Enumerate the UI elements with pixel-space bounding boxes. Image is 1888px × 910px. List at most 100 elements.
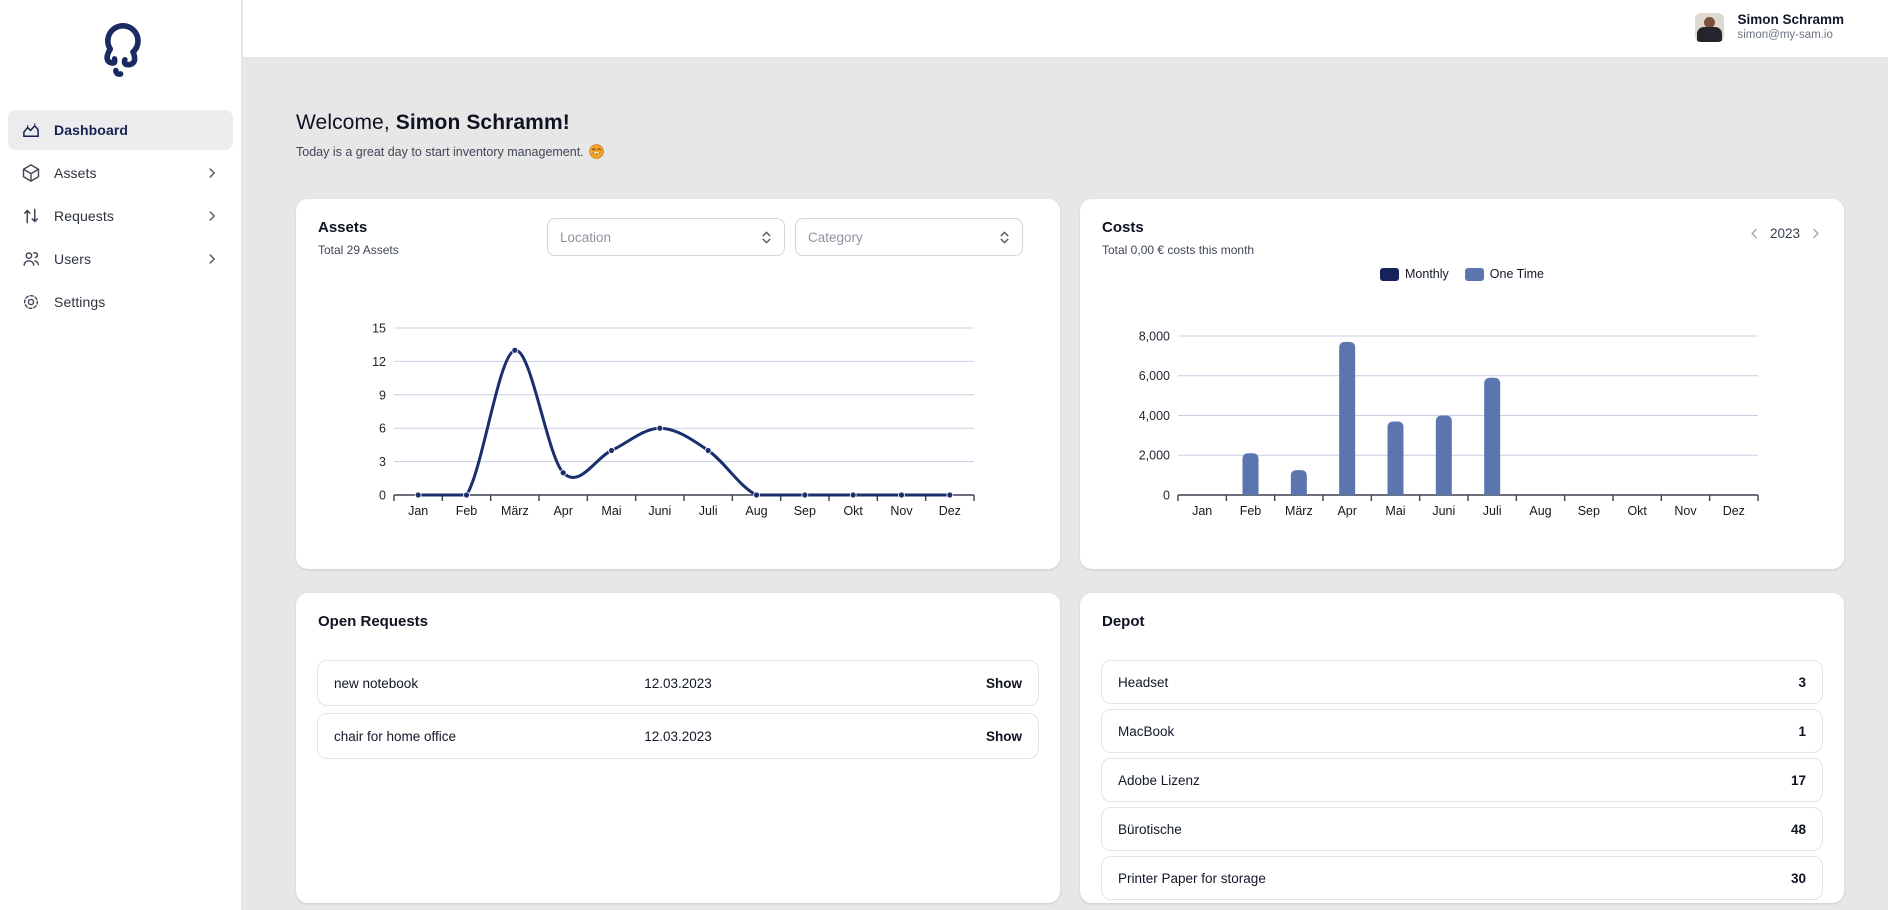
category-select[interactable]: Category bbox=[795, 218, 1023, 256]
legend-item-one-time: One Time bbox=[1465, 267, 1544, 281]
svg-text:Dez: Dez bbox=[939, 504, 961, 518]
one-time-swatch-icon bbox=[1465, 268, 1484, 281]
request-name: chair for home office bbox=[334, 729, 456, 744]
sidebar-item-label: Settings bbox=[54, 294, 205, 310]
svg-text:8,000: 8,000 bbox=[1139, 329, 1170, 343]
page-title: Welcome, Simon Schramm! bbox=[296, 111, 604, 135]
cube-icon bbox=[21, 163, 41, 183]
app-logo[interactable] bbox=[0, 0, 241, 82]
show-request-button[interactable]: Show bbox=[986, 729, 1022, 744]
depot-card: Depot Headset3MacBook1Adobe Lizenz17Büro… bbox=[1080, 593, 1844, 903]
previous-year-button[interactable] bbox=[1748, 227, 1761, 240]
chevron-right-icon bbox=[205, 209, 219, 223]
depot-item-name: Printer Paper for storage bbox=[1118, 871, 1266, 886]
svg-text:Jan: Jan bbox=[408, 504, 428, 518]
svg-text:15: 15 bbox=[372, 322, 386, 336]
assets-line-chart: 03691215JanFebMärzAprMaiJuniJuliAugSepOk… bbox=[350, 314, 980, 529]
svg-text:0: 0 bbox=[379, 489, 386, 503]
sidebar-item-dashboard[interactable]: Dashboard bbox=[8, 110, 233, 150]
depot-item-name: Headset bbox=[1118, 675, 1168, 690]
depot-row[interactable]: Printer Paper for storage 30 bbox=[1101, 856, 1823, 900]
svg-text:Okt: Okt bbox=[843, 504, 863, 518]
svg-text:6: 6 bbox=[379, 422, 386, 436]
chevron-up-down-icon bbox=[759, 229, 774, 246]
chevron-up-down-icon bbox=[997, 229, 1012, 246]
svg-text:Okt: Okt bbox=[1627, 504, 1647, 518]
svg-text:Juni: Juni bbox=[1432, 504, 1455, 518]
svg-text:März: März bbox=[501, 504, 529, 518]
svg-text:3: 3 bbox=[379, 455, 386, 469]
svg-text:Feb: Feb bbox=[456, 504, 478, 518]
svg-text:9: 9 bbox=[379, 388, 386, 402]
svg-text:Dez: Dez bbox=[1723, 504, 1745, 518]
next-year-button[interactable] bbox=[1809, 227, 1822, 240]
svg-text:Apr: Apr bbox=[1337, 504, 1356, 518]
sidebar-item-requests[interactable]: Requests bbox=[8, 196, 233, 236]
costs-bar-chart: 02,0004,0006,0008,000JanFebMärzAprMaiJun… bbox=[1134, 314, 1764, 529]
depot-row[interactable]: Bürotische48 bbox=[1101, 807, 1823, 851]
svg-text:4,000: 4,000 bbox=[1139, 409, 1170, 423]
sidebar-item-label: Requests bbox=[54, 208, 205, 224]
chevron-right-icon bbox=[205, 252, 219, 266]
svg-text:Juli: Juli bbox=[699, 504, 718, 518]
depot-row[interactable]: Headset3 bbox=[1101, 660, 1823, 704]
svg-text:2,000: 2,000 bbox=[1139, 449, 1170, 463]
svg-text:Aug: Aug bbox=[1529, 504, 1551, 518]
show-request-button[interactable]: Show bbox=[986, 676, 1022, 691]
assets-card: Assets Total 29 Assets Location Category… bbox=[296, 199, 1060, 569]
svg-text:Sep: Sep bbox=[1578, 504, 1600, 518]
welcome-block: Welcome, Simon Schramm! Today is a great… bbox=[296, 111, 604, 159]
main-content: Welcome, Simon Schramm! Today is a great… bbox=[243, 58, 1888, 910]
depot-row[interactable]: MacBook1 bbox=[1101, 709, 1823, 753]
arrows-up-down-icon bbox=[21, 206, 41, 226]
depot-list: Headset3 MacBook1 Adobe Lizenz 17 Bürotische… bbox=[1101, 660, 1823, 905]
request-name: new notebook bbox=[334, 676, 418, 691]
depot-item-name: Adobe Lizenz bbox=[1118, 773, 1200, 788]
grinning-face-emoji-icon bbox=[589, 144, 604, 159]
topbar: Simon Schramm simon@my-sam.io bbox=[243, 0, 1888, 58]
depot-item-name: MacBook bbox=[1118, 724, 1174, 739]
monthly-swatch-icon bbox=[1380, 268, 1399, 281]
user-menu[interactable]: Simon Schramm simon@my-sam.io bbox=[1695, 11, 1844, 43]
request-row: chair for home office12.03.2023Show bbox=[317, 713, 1039, 759]
user-group-icon bbox=[21, 249, 41, 269]
sidebar-item-label: Users bbox=[54, 251, 205, 267]
chevron-right-icon bbox=[205, 166, 219, 180]
svg-text:Nov: Nov bbox=[1674, 504, 1697, 518]
svg-text:Mai: Mai bbox=[1385, 504, 1405, 518]
gear-icon bbox=[21, 292, 41, 312]
legend-item-monthly: Monthly bbox=[1380, 267, 1449, 281]
costs-card-title: Costs bbox=[1102, 219, 1144, 236]
depot-row[interactable]: Adobe Lizenz 17 bbox=[1101, 758, 1823, 802]
assets-total-label: Total 29 Assets bbox=[318, 243, 399, 257]
svg-text:Juli: Juli bbox=[1483, 504, 1502, 518]
location-select[interactable]: Location bbox=[547, 218, 785, 256]
chart-legend: Monthly One Time bbox=[1080, 267, 1844, 281]
octopus-logo-icon bbox=[90, 16, 152, 82]
open-requests-card: Open Requests new notebook12.03.2023Show… bbox=[296, 593, 1060, 903]
svg-text:Jan: Jan bbox=[1192, 504, 1212, 518]
costs-total-label: Total 0,00 € costs this month bbox=[1102, 243, 1254, 257]
page-subtitle: Today is a great day to start inventory … bbox=[296, 144, 604, 159]
svg-text:Feb: Feb bbox=[1240, 504, 1262, 518]
svg-text:0: 0 bbox=[1163, 489, 1170, 503]
sidebar-item-users[interactable]: Users bbox=[8, 239, 233, 279]
depot-item-count: 30 bbox=[1791, 871, 1806, 886]
svg-text:6,000: 6,000 bbox=[1139, 369, 1170, 383]
dashboard-chart-icon bbox=[21, 120, 41, 140]
svg-text:Aug: Aug bbox=[745, 504, 767, 518]
request-date: 12.03.2023 bbox=[318, 676, 1038, 691]
user-email: simon@my-sam.io bbox=[1737, 28, 1844, 43]
open-requests-title: Open Requests bbox=[318, 613, 428, 630]
year-label: 2023 bbox=[1770, 226, 1800, 241]
depot-item-count: 17 bbox=[1791, 773, 1806, 788]
sidebar-nav: DashboardAssets Requests Users Settings bbox=[0, 110, 241, 322]
assets-card-title: Assets bbox=[318, 219, 367, 236]
sidebar: DashboardAssets Requests Users Settings bbox=[0, 0, 242, 910]
svg-text:Apr: Apr bbox=[553, 504, 572, 518]
request-row: new notebook12.03.2023Show bbox=[317, 660, 1039, 706]
sidebar-item-assets[interactable]: Assets bbox=[8, 153, 233, 193]
sidebar-item-settings[interactable]: Settings bbox=[8, 282, 233, 322]
svg-text:Sep: Sep bbox=[794, 504, 816, 518]
costs-card: Costs Total 0,00 € costs this month 2023… bbox=[1080, 199, 1844, 569]
